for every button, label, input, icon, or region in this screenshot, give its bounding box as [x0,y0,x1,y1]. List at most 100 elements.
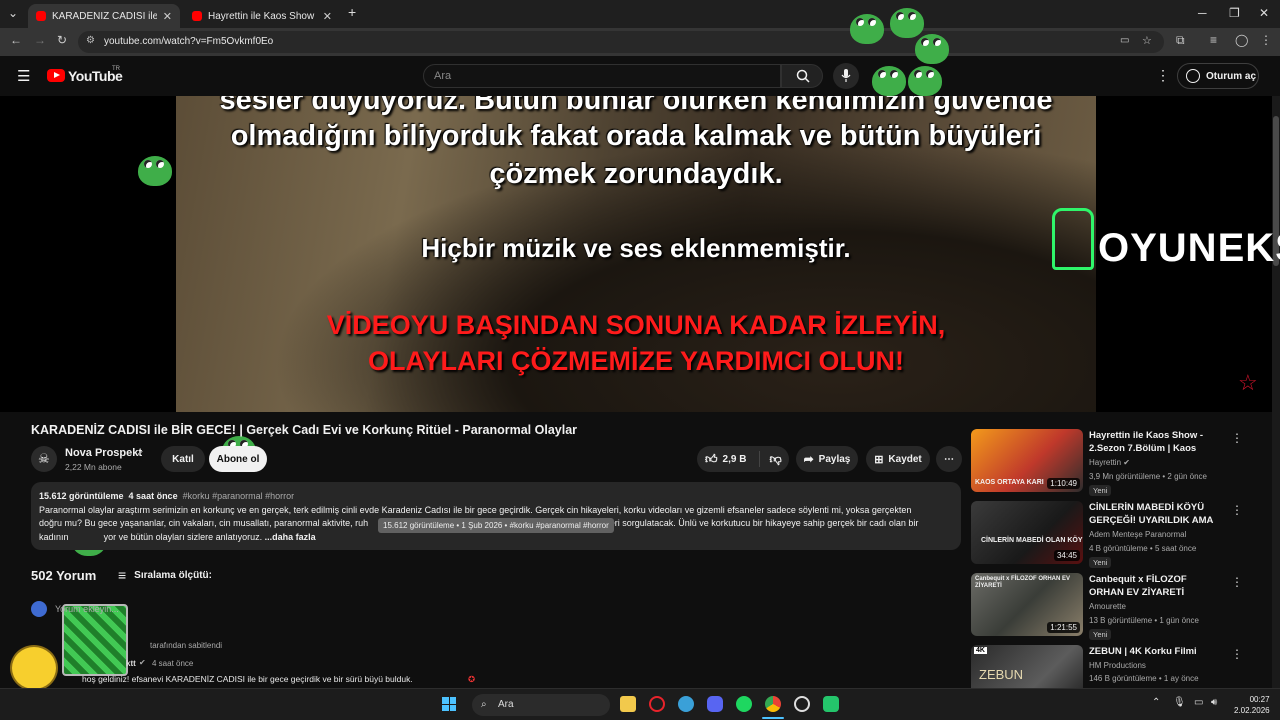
video-thumbnail[interactable]: KAOS ORTAYA KARI 1:10:49 [971,429,1083,492]
description-text: kadının [39,531,69,542]
file-explorer-icon[interactable] [620,696,636,712]
smiley-emote-icon [10,645,58,691]
tab-search-icon[interactable]: ⌄ [8,6,18,20]
close-window-icon[interactable]: ✕ [1259,6,1269,20]
dislike-icon[interactable]: 👎︎ [769,452,781,467]
signin-button[interactable]: Oturum aç [1177,63,1259,89]
search-icon: ⌕ [481,699,487,710]
join-button[interactable]: Katıl [161,446,205,472]
youtube-logo-icon[interactable] [47,69,65,82]
recommended-meta: 146 B görüntüleme • 1 ay önce [1089,674,1199,683]
clock-time: 00:27 [1249,695,1270,704]
channel-name[interactable]: Nova Prospekt [65,447,142,459]
save-button[interactable]: ⊞ Kaydet [866,446,930,472]
comment-time[interactable]: 4 saat önce [152,659,193,668]
back-icon[interactable]: ← [10,33,22,47]
browser-tab-active[interactable]: KARADENİZ CADISI ile BİR GECE! ✕ [28,4,180,28]
reload-icon[interactable]: ↻ [57,33,67,47]
recommended-title[interactable]: Canbequit x FİLOZOF ORHAN EV ZİYARETİ İz… [1089,574,1219,599]
signin-label: Oturum aç [1206,70,1257,82]
taskbar-search[interactable]: ⌕ Ara [472,694,610,716]
like-divider [759,451,761,467]
video-thumbnail[interactable]: CİNLERİN MABEDİ OLAN KÖY 34:45 [971,501,1083,564]
recommended-video[interactable]: 4K ZEBUN ZEBUN | 4K Korku Filmi HM Produ… [971,645,1251,688]
recommended-title[interactable]: ZEBUN | 4K Korku Filmi [1089,646,1219,659]
tab-close-icon[interactable]: ✕ [163,10,172,23]
show-more-link[interactable]: ...daha fazla [265,532,316,542]
more-options-icon[interactable]: ⋮ [1231,503,1243,517]
video-thumbnail[interactable]: Canbequit x FİLOZOF ORHAN EV ZİYARETİ 1:… [971,573,1083,636]
reading-list-icon[interactable]: ≡ [1210,33,1217,47]
taskbar-clock[interactable]: 00:27 2.02.2026 [1234,694,1270,716]
page-scrollbar[interactable] [1272,96,1280,688]
site-info-icon[interactable]: ⚙ [86,35,95,46]
minimize-icon[interactable]: ─ [1198,6,1207,20]
new-tab-icon[interactable]: + [348,4,356,20]
video-subtitle-line: Hiçbir müzik ve ses eklenmemiştir. [421,233,851,263]
pentagram-emoji-icon: ✪ [468,674,476,684]
spotify-icon[interactable] [736,696,752,712]
description-text: Paranormal olaylar araştırm [39,504,151,515]
more-options-icon[interactable]: ⋮ [1231,575,1243,589]
region-code: TR [112,66,120,72]
address-bar[interactable]: ⚙ youtube.com/watch?v=Fm5Ovkmf0Eo ▭ ☆ [78,31,1164,53]
save-label: Kaydet [888,453,922,465]
add-comment-input[interactable]: Yorum ekleyin... [55,604,119,614]
recommended-channel[interactable]: Amourette [1089,602,1126,611]
share-button[interactable]: ➦ Paylaş [796,446,858,472]
video-thumbnail[interactable]: 4K ZEBUN [971,645,1083,688]
voice-search-button[interactable] [833,63,859,89]
channel-avatar[interactable]: ☠ [31,446,57,472]
extensions-icon[interactable]: ⧉ [1176,33,1185,48]
recommended-channel[interactable]: Adem Menteşe Paranormal [1089,530,1186,539]
hashtags[interactable]: #korku #paranormal #horror [183,491,295,501]
thumbnail-text: CİNLERİN MABEDİ OLAN KÖY [981,537,1083,544]
tab-close-icon[interactable]: ✕ [323,10,332,23]
video-subtitle-line: sesler duyuyoruz. Bütün bunlar olurken k… [219,96,1053,116]
hamburger-menu-icon[interactable]: ☰ [17,67,30,85]
chrome-icon[interactable] [765,696,781,712]
volume-icon[interactable]: 🔊︎ [1211,697,1217,708]
microphone-tray-icon[interactable]: 🎙︎ [1173,697,1186,708]
recommended-title[interactable]: CİNLERİN MABEDİ KÖYÜ GERÇEĞİ! UYARILDIK … [1089,502,1219,527]
app-icon[interactable] [823,696,839,712]
search-input[interactable]: Ara [423,64,781,88]
more-options-icon[interactable]: ⋮ [1231,431,1243,445]
description-box[interactable]: 15.612 görüntüleme 4 saat önce #korku #p… [31,482,961,550]
browser-menu-icon[interactable]: ⋮ [1260,33,1272,47]
obs-icon[interactable] [794,696,810,712]
bookmark-star-icon[interactable]: ☆ [1142,34,1152,47]
more-actions-button[interactable]: ⋯ [936,446,962,472]
verified-icon: ✔ [139,658,146,667]
video-player[interactable]: sesler duyuyoruz. Bütün bunlar olurken k… [176,96,1096,412]
browser-tab[interactable]: Hayrettin ile Kaos Show - 2.Sez ✕ [184,4,340,28]
recommended-channel[interactable]: Hayrettin ✔ [1089,458,1130,467]
recommended-video[interactable]: KAOS ORTAYA KARI 1:10:49 Hayrettin ile K… [971,429,1251,496]
subscribe-button[interactable]: Abone ol [209,446,267,472]
cast-icon[interactable]: ▭ [1120,35,1129,46]
like-count[interactable]: 2,9 B [723,454,747,465]
skull-icon: ☠ [38,451,50,466]
recommended-video[interactable]: CİNLERİN MABEDİ OLAN KÖY 34:45 CİNLERİN … [971,501,1251,568]
sort-comments-button[interactable]: ≡ Sıralama ölçütü: [118,567,212,583]
recommended-video[interactable]: Canbequit x FİLOZOF ORHAN EV ZİYARETİ 1:… [971,573,1251,640]
windows-start-icon[interactable] [442,697,456,711]
settings-menu-icon[interactable]: ⋮ [1156,67,1170,84]
more-options-icon[interactable]: ⋮ [1231,647,1243,661]
recommended-channel[interactable]: HM Productions [1089,661,1146,670]
app-icon[interactable] [678,696,694,712]
frog-emote-icon [915,34,949,64]
search-button[interactable] [781,64,823,88]
maximize-icon[interactable]: ❐ [1229,6,1240,20]
url-text: youtube.com/watch?v=Fm5Ovkmf0Eo [104,36,274,47]
opera-icon[interactable] [649,696,665,712]
comment-author[interactable]: ktt [126,659,136,668]
recommended-title[interactable]: Hayrettin ile Kaos Show - 2.Sezon 7.Bölü… [1089,430,1219,455]
tray-chevron-icon[interactable]: ⌃ [1152,697,1160,708]
like-icon[interactable]: 👍︎ [705,452,718,467]
discord-icon[interactable] [707,696,723,712]
forward-icon[interactable]: → [34,33,46,47]
display-tray-icon[interactable]: ▭ [1194,697,1203,708]
profile-icon[interactable]: ◯ [1235,33,1248,47]
thumbnail-text: ZEBUN [979,667,1024,682]
